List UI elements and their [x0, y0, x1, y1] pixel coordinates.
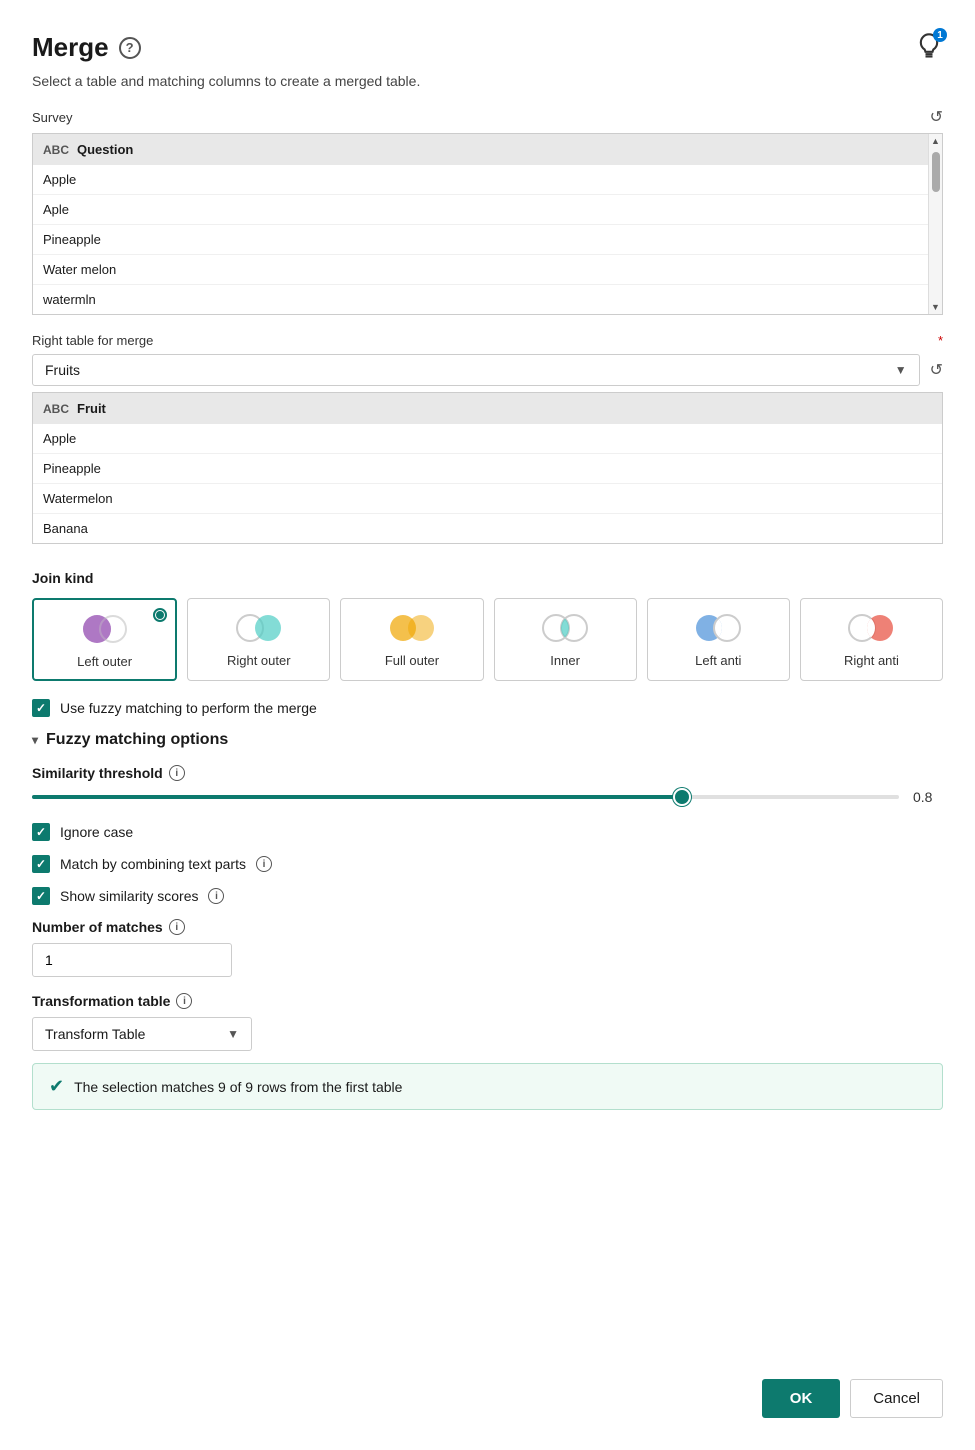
match-combining-label: Match by combining text parts: [60, 856, 246, 872]
tip-icon[interactable]: 1: [915, 32, 943, 63]
left-table-header: ABC Question: [33, 134, 942, 165]
similarity-slider-track[interactable]: [32, 795, 899, 799]
left-col-type-icon: ABC: [43, 143, 69, 157]
right-col-type-icon: ABC: [43, 402, 69, 416]
similarity-info-icon[interactable]: i: [169, 765, 185, 781]
right-table-refresh-btn[interactable]: ↺: [930, 360, 943, 380]
left-table-container: ABC Question Apple Aple Pineapple Water …: [32, 133, 943, 315]
header-row: Merge ? 1: [32, 32, 943, 63]
right-table-dropdown[interactable]: Fruits ▼: [32, 354, 920, 386]
join-option-right-outer[interactable]: Right outer: [187, 598, 330, 681]
similarity-threshold-label: Similarity threshold i: [32, 765, 943, 781]
table-row[interactable]: Watermelon: [33, 484, 942, 514]
ignore-case-checkbox[interactable]: ✓: [32, 823, 50, 841]
fuzzy-options-title: Fuzzy matching options: [46, 731, 228, 749]
status-check-icon: ✔: [49, 1076, 64, 1097]
right-col-name: Fruit: [77, 401, 106, 416]
expand-chevron-icon: ▾: [32, 733, 38, 747]
join-option-right-anti[interactable]: Right anti: [800, 598, 943, 681]
join-option-label: Right outer: [227, 653, 291, 668]
show-similarity-info-icon[interactable]: i: [208, 888, 224, 904]
show-similarity-checkbox[interactable]: ✓: [32, 887, 50, 905]
slider-thumb[interactable]: [673, 788, 691, 806]
dropdown-value: Fruits: [45, 362, 80, 378]
table-row[interactable]: Pineapple: [33, 225, 942, 255]
join-option-label: Full outer: [385, 653, 439, 668]
transform-dropdown-value: Transform Table: [45, 1026, 145, 1042]
ignore-case-row[interactable]: ✓ Ignore case: [32, 823, 943, 841]
table-row[interactable]: Banana: [33, 514, 942, 543]
join-option-label: Inner: [550, 653, 580, 668]
match-combining-info-icon[interactable]: i: [256, 856, 272, 872]
scroll-up-arrow[interactable]: ▲: [929, 134, 943, 148]
left-table-refresh-btn[interactable]: ↺: [930, 107, 943, 127]
scroll-down-arrow[interactable]: ▼: [929, 300, 943, 314]
scroll-thumb[interactable]: [932, 152, 940, 192]
right-table-body[interactable]: Apple Pineapple Watermelon Banana: [33, 424, 942, 543]
table-row[interactable]: Aple: [33, 195, 942, 225]
merge-dialog: Merge ? 1 Select a table and matching co…: [0, 0, 975, 1450]
required-star: *: [938, 333, 943, 348]
join-option-label: Left anti: [695, 653, 741, 668]
fuzzy-options-header[interactable]: ▾ Fuzzy matching options: [32, 731, 943, 749]
table-row[interactable]: watermln: [33, 285, 942, 314]
help-icon[interactable]: ?: [119, 37, 141, 59]
cancel-button[interactable]: Cancel: [850, 1379, 943, 1418]
match-combining-checkbox[interactable]: ✓: [32, 855, 50, 873]
venn-right-anti: [845, 611, 897, 645]
number-of-matches-input[interactable]: [32, 943, 232, 977]
transform-chevron-icon: ▼: [227, 1027, 239, 1041]
number-of-matches-label: Number of matches i: [32, 919, 943, 935]
fuzzy-matching-label: Use fuzzy matching to perform the merge: [60, 700, 317, 716]
table-row[interactable]: Apple: [33, 165, 942, 195]
venn-left-anti: [692, 611, 744, 645]
venn-full-outer: [386, 611, 438, 645]
table-row[interactable]: Apple: [33, 424, 942, 454]
right-table-container: ABC Fruit Apple Pineapple Watermelon Ban…: [32, 392, 943, 544]
join-option-left-outer[interactable]: Left outer: [32, 598, 177, 681]
right-table-dropdown-row: Fruits ▼ ↺: [32, 354, 943, 386]
dialog-footer: OK Cancel: [32, 1363, 943, 1418]
slider-value: 0.8: [913, 789, 943, 805]
join-kind-label: Join kind: [32, 570, 943, 586]
match-combining-row[interactable]: ✓ Match by combining text parts i: [32, 855, 943, 873]
show-similarity-row[interactable]: ✓ Show similarity scores i: [32, 887, 943, 905]
left-table-body[interactable]: Apple Aple Pineapple Water melon waterml…: [33, 165, 942, 314]
status-text: The selection matches 9 of 9 rows from t…: [74, 1079, 402, 1095]
join-option-label: Left outer: [77, 654, 132, 669]
venn-right-outer: [233, 611, 285, 645]
join-option-label: Right anti: [844, 653, 899, 668]
right-table-label: Right table for merge*: [32, 333, 943, 348]
tip-badge: 1: [933, 28, 947, 42]
join-option-full-outer[interactable]: Full outer: [340, 598, 483, 681]
venn-inner: [539, 611, 591, 645]
left-table-scrollbar[interactable]: ▲ ▼: [928, 134, 942, 314]
title-area: Merge ?: [32, 32, 141, 63]
join-option-left-anti[interactable]: Left anti: [647, 598, 790, 681]
table-row[interactable]: Pineapple: [33, 454, 942, 484]
ignore-case-label: Ignore case: [60, 824, 133, 840]
left-col-name: Question: [77, 142, 133, 157]
ok-button[interactable]: OK: [762, 1379, 841, 1418]
fuzzy-matching-checkbox[interactable]: ✓: [32, 699, 50, 717]
transformation-table-label: Transformation table i: [32, 993, 943, 1009]
slider-fill: [32, 795, 682, 799]
status-bar: ✔ The selection matches 9 of 9 rows from…: [32, 1063, 943, 1110]
selected-indicator: [153, 608, 167, 622]
similarity-slider-row: 0.8: [32, 789, 943, 805]
number-of-matches-info-icon[interactable]: i: [169, 919, 185, 935]
venn-left-outer: [79, 612, 131, 646]
chevron-down-icon: ▼: [895, 363, 907, 377]
dialog-title: Merge: [32, 32, 109, 63]
join-option-inner[interactable]: Inner: [494, 598, 637, 681]
right-table-header: ABC Fruit: [33, 393, 942, 424]
dialog-subtitle: Select a table and matching columns to c…: [32, 73, 943, 89]
fuzzy-matching-checkbox-row[interactable]: ✓ Use fuzzy matching to perform the merg…: [32, 699, 943, 717]
join-options: Left outer Right outer Full outer: [32, 598, 943, 681]
transformation-table-dropdown[interactable]: Transform Table ▼: [32, 1017, 252, 1051]
left-table-label: Survey ↺: [32, 107, 943, 127]
show-similarity-label: Show similarity scores: [60, 888, 198, 904]
transformation-table-info-icon[interactable]: i: [176, 993, 192, 1009]
table-row[interactable]: Water melon: [33, 255, 942, 285]
